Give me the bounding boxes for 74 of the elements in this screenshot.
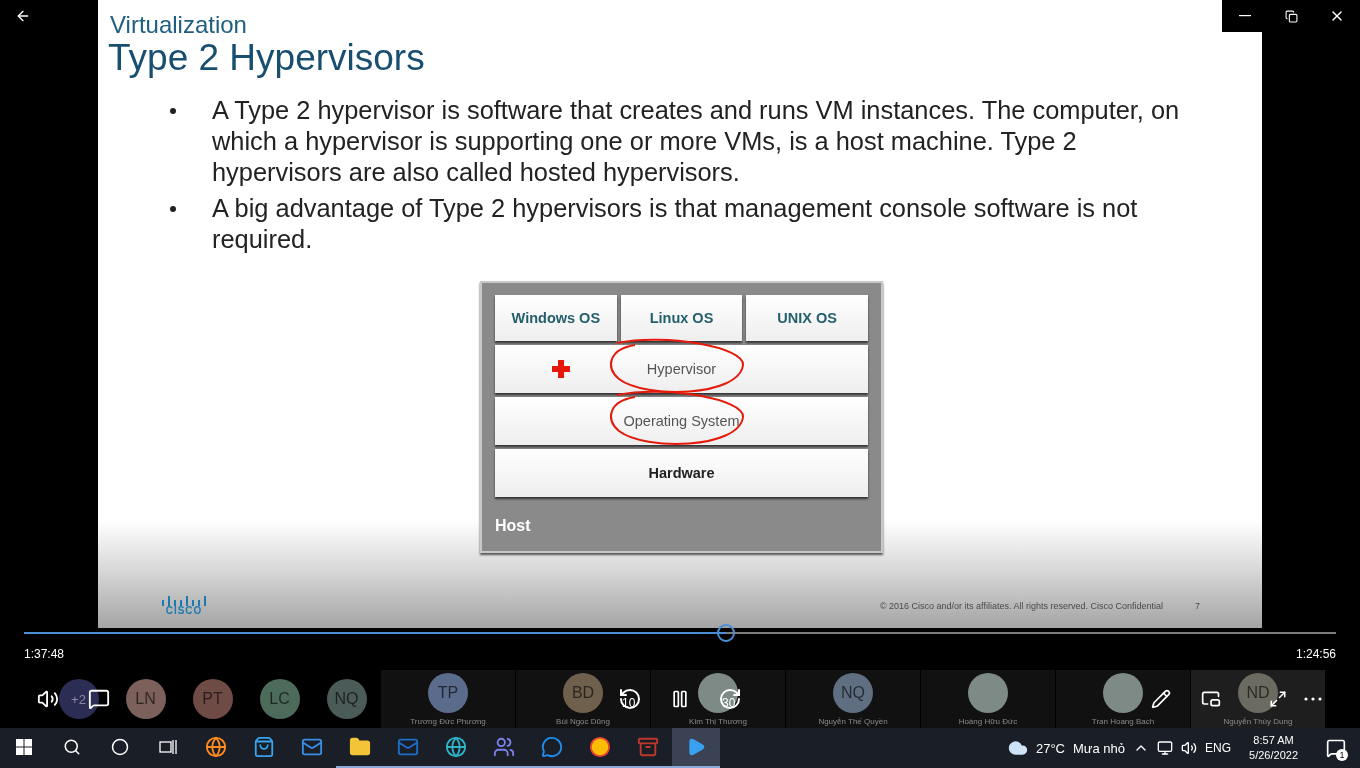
captions-icon (88, 688, 110, 710)
host-label: Host (495, 517, 531, 535)
envelope-icon (397, 736, 419, 758)
taskbar-app[interactable] (672, 728, 720, 768)
avatar-initials: TP (437, 683, 459, 702)
slide-section: Virtualization (110, 12, 247, 38)
participant-name: Bùi Ngọc Dũng (556, 716, 610, 726)
guest-os-layer: Linux OS (620, 295, 743, 341)
bullet-icon (170, 108, 176, 114)
participant-name: Nguyễn Thế Quyền (818, 716, 888, 726)
search-icon (63, 738, 81, 756)
remaining-time: 1:24:56 (1295, 647, 1336, 661)
pencil-icon (1151, 689, 1171, 709)
participant-name: Nguyễn Thùy Dung (1223, 716, 1293, 726)
guest-os-layer: Windows OS (495, 295, 617, 341)
stack-layer: Hardware (495, 449, 868, 497)
network-icon[interactable] (1157, 740, 1174, 756)
avatar-initials: LC (269, 690, 290, 708)
circle-icon (111, 738, 129, 756)
seek-thumb[interactable] (716, 624, 735, 642)
clock[interactable]: 8:57 AM 5/26/2022 (1239, 733, 1308, 763)
avatar-initials: NQ (841, 683, 865, 702)
avatar-initials: +2 (71, 691, 86, 707)
more-icon (1304, 697, 1322, 701)
notification-icon (1326, 738, 1346, 758)
minimize-icon (1239, 15, 1251, 17)
rewind-button[interactable]: 10 (608, 677, 652, 721)
avatar-photo (968, 672, 1008, 713)
users-icon (493, 736, 515, 758)
bullet-icon (170, 206, 176, 212)
participant-name: Hoàng Hữu Đức (958, 716, 1018, 726)
language-indicator[interactable]: ENG (1205, 741, 1232, 755)
bag-icon (253, 736, 275, 758)
bullet-text: A big advantage of Type 2 hypervisors is that management console software is not required. (212, 193, 1139, 255)
back-arrow-icon (15, 8, 31, 24)
forward-icon (718, 687, 742, 711)
avatar-photo (698, 672, 738, 713)
avatar-photo (1103, 672, 1143, 713)
mini-view-icon (1201, 689, 1221, 709)
guest-os-layer: UNIX OS (746, 295, 868, 341)
footer-text: © 2016 Cisco and/or its affiliates. All rights reserved. Cisco Confidential (879, 601, 1163, 611)
globe-icon (445, 736, 467, 758)
page-number: 7 (1195, 601, 1200, 611)
notifications-button[interactable]: 1 (1316, 728, 1356, 768)
participant-name: Trương Đức Phương (410, 716, 486, 726)
avatar-initials: ND (1246, 683, 1270, 702)
logo: CISCO (162, 596, 206, 616)
avatar-initials: LN (135, 690, 156, 708)
bullet-text: A Type 2 hypervisor is software that creates and runs VM instances. The computer, on which a hypervisor is supporting one or more VMs, is a host machine. Type 2 hypervisors are also called hosted hypervisors. (212, 95, 1181, 188)
globe-icon (205, 736, 227, 758)
temperature: 27°C (1035, 740, 1065, 756)
volume-icon[interactable] (1181, 740, 1198, 756)
avatar-initials: BD (571, 683, 595, 702)
chat-bubble-icon (541, 736, 563, 758)
avatar-initials: NQ (334, 690, 359, 708)
participant-name: Kim Thị Thương (689, 716, 747, 726)
play-icon (686, 737, 706, 757)
archive-icon (637, 736, 659, 758)
rewind-icon (618, 687, 642, 711)
restore-icon (1284, 9, 1298, 23)
avatar-initials: PT (202, 690, 223, 708)
windows-icon (16, 739, 32, 755)
cloud-icon (1007, 738, 1028, 758)
envelope-icon (301, 736, 323, 758)
pause-icon (670, 689, 690, 709)
participant-name: Tran Hoang Bach (1091, 716, 1155, 726)
weather-text: Mưa nhỏ (1072, 740, 1126, 756)
elapsed-time: 1:37:48 (24, 647, 65, 661)
circle-icon (589, 736, 611, 758)
folder-icon (349, 736, 371, 758)
speaker-icon (37, 688, 59, 710)
slide-title: Type 2 Hypervisors (108, 38, 425, 78)
expand-icon (1269, 690, 1287, 708)
task-view-icon (159, 739, 177, 755)
